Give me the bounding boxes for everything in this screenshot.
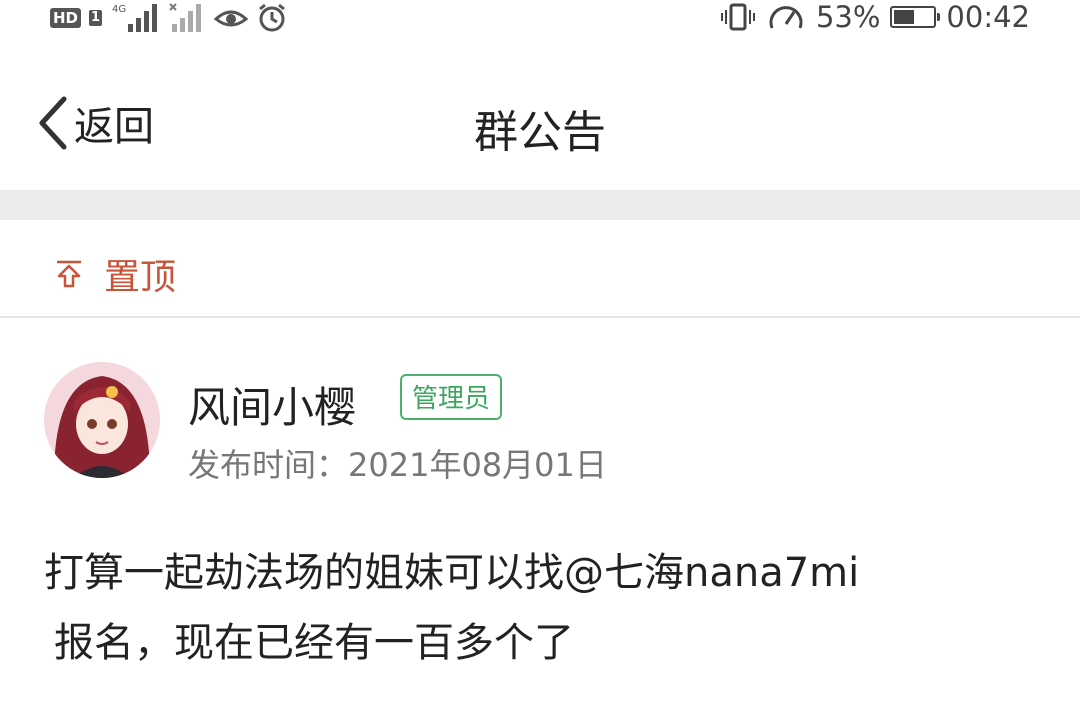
admin-badge: 管理员 — [400, 374, 503, 420]
hd-icon: HD — [50, 8, 82, 28]
speed-icon — [769, 6, 803, 29]
status-bar: HD 1 4G 53% 00:42 — [0, 0, 1080, 38]
no-signal-icon — [169, 3, 202, 32]
alarm-icon — [259, 3, 285, 32]
publish-time: 发布时间：2021年08月01日 — [188, 446, 607, 484]
signal-icon: 4G — [112, 4, 158, 32]
status-left: HD 1 4G — [50, 2, 288, 34]
vibrate-icon — [720, 3, 755, 31]
post-content-line-2: 报名，现在已经有一百多个了 — [54, 620, 574, 666]
battery-level — [894, 10, 915, 24]
avatar-image — [44, 362, 160, 478]
svg-text:4G: 4G — [112, 4, 126, 15]
pinned-label: 置顶 — [104, 257, 177, 298]
nav-header: 返回 群公告 — [0, 38, 1080, 190]
pinned-section: 置顶 — [0, 220, 1080, 318]
sim-icon: 1 — [89, 10, 103, 26]
avatar[interactable] — [44, 362, 160, 478]
section-divider — [0, 190, 1080, 220]
eye-icon — [214, 10, 249, 27]
author-name[interactable]: 风间小樱 — [188, 374, 356, 435]
announcement-post: 风间小樱 管理员 发布时间：2021年08月01日 打算一起劫法场的姐妹可以找@… — [0, 318, 1080, 708]
battery-icon — [890, 6, 941, 28]
battery-percent: 53% — [815, 0, 881, 34]
page-title: 群公告 — [474, 107, 606, 158]
post-content-line-1: 打算一起劫法场的姐妹可以找@七海nana7mi — [44, 550, 860, 596]
pinned-header: 置顶 — [54, 248, 176, 300]
status-right: 53% 00:42 — [720, 0, 1030, 34]
status-time: 00:42 — [946, 0, 1030, 34]
pin-top-icon — [57, 260, 81, 288]
